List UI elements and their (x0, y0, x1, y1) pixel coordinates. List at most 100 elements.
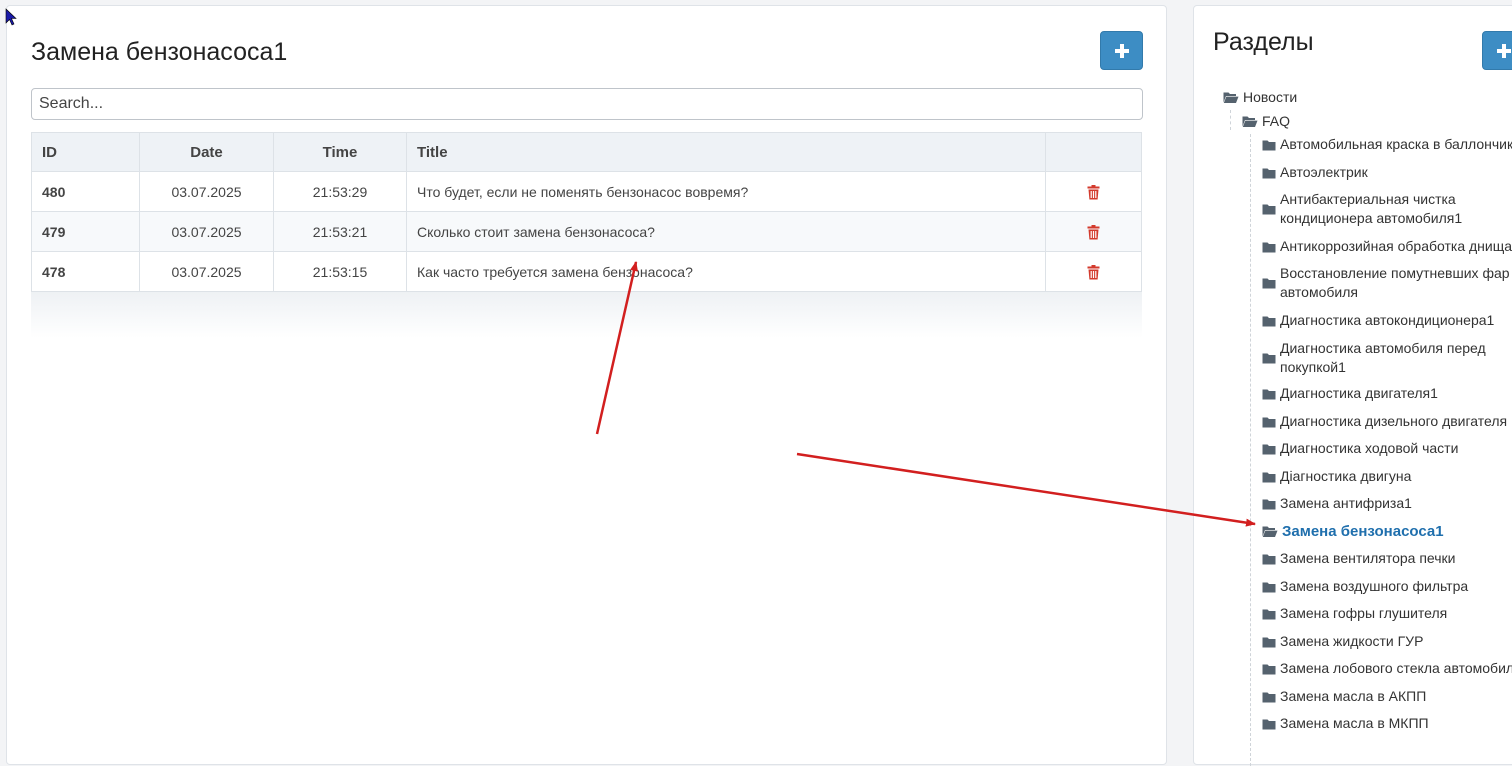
folder-icon (1262, 582, 1276, 592)
column-header-time[interactable]: Time (273, 132, 407, 172)
row-time: 21:53:21 (273, 211, 407, 252)
row-date: 03.07.2025 (139, 251, 274, 292)
folder-icon (1262, 278, 1276, 289)
folder-icon (1262, 140, 1276, 150)
row-actions (1045, 171, 1142, 212)
tree-item-label: Антибактериальная чистка кондиционера ав… (1280, 191, 1463, 226)
folder-icon (1262, 692, 1276, 702)
row-title[interactable]: Как часто требуется замена бензонасоса? (406, 251, 1046, 292)
tree-item-label: Замена вентилятора печки (1280, 550, 1456, 566)
tree-item-label: Замена масла в АКПП (1280, 688, 1427, 704)
page-title: Замена бензонасоса1 (31, 38, 288, 66)
tree-item-label: Восстановление помутневших фар автомобил… (1280, 265, 1510, 300)
tree-node-label: Новости (1243, 89, 1298, 105)
tree-item[interactable]: Антибактериальная чистка кондиционера ав… (1262, 190, 1512, 228)
table-row[interactable]: 479 03.07.2025 21:53:21 Сколько стоит за… (31, 211, 1142, 252)
tree-item[interactable]: Замена гофры глушителя (1262, 604, 1447, 623)
trash-icon[interactable] (1087, 264, 1100, 280)
tree-item[interactable]: Диагностика автокондиционера1 (1262, 311, 1494, 330)
tree-node-faq[interactable]: FAQ (1242, 112, 1290, 131)
tree-item[interactable]: Замена масла в АКПП (1262, 687, 1426, 706)
tree-item[interactable]: Диагностика автомобиля перед покупкой1 (1262, 339, 1512, 377)
tree-item-label: Диагностика ходовой части (1280, 440, 1459, 456)
row-id: 480 (31, 171, 140, 212)
folder-icon (1262, 719, 1276, 729)
table-footer-shadow (31, 292, 1142, 338)
tree-item-active[interactable]: Замена бензонасоса1 (1262, 522, 1444, 541)
column-header-title[interactable]: Title (406, 132, 1046, 172)
table-header-row: ID Date Time Title (31, 132, 1142, 172)
trash-icon[interactable] (1087, 184, 1100, 200)
tree-item[interactable]: Замена лобового стекла автомобиля (1262, 659, 1512, 678)
folder-icon (1262, 444, 1276, 454)
tree-item-label: Замена бензонасоса1 (1282, 523, 1444, 540)
tree-item-label: Діагностика двигуна (1280, 468, 1412, 484)
folder-icon (1262, 168, 1276, 178)
folder-icon (1262, 499, 1276, 509)
tree-item-label: Замена масла в МКПП (1280, 715, 1429, 731)
folder-open-icon (1242, 116, 1258, 127)
tree-item-label: Диагностика двигателя1 (1280, 385, 1438, 401)
sections-panel: Разделы Новости FAQ Автомобильная краска… (1193, 5, 1512, 766)
tree-item[interactable]: Диагностика ходовой части (1262, 439, 1458, 458)
tree-item-label: Автоэлектрик (1280, 164, 1368, 180)
row-actions (1045, 251, 1142, 292)
tree-node-label: FAQ (1262, 113, 1291, 129)
plus-icon (1114, 43, 1129, 58)
tree-item-label: Замена жидкости ГУР (1280, 633, 1424, 649)
folder-icon (1262, 389, 1276, 399)
row-date: 03.07.2025 (139, 211, 274, 252)
folder-icon (1262, 637, 1276, 647)
tree-item-label: Замена гофры глушителя (1280, 605, 1448, 621)
tree-item[interactable]: Діагностика двигуна (1262, 467, 1411, 486)
row-time: 21:53:29 (273, 171, 407, 212)
tree-item-label: Антикоррозийная обработка днища1 (1280, 238, 1512, 254)
folder-icon (1262, 204, 1276, 215)
sections-title: Разделы (1213, 28, 1314, 56)
tree-item[interactable]: Замена воздушного фильтра (1262, 577, 1468, 596)
row-date: 03.07.2025 (139, 171, 274, 212)
tree-item[interactable]: Антикоррозийная обработка днища1 (1262, 237, 1512, 256)
tree-item[interactable]: Замена вентилятора печки (1262, 549, 1456, 568)
folder-icon (1262, 554, 1276, 564)
row-id: 479 (31, 211, 140, 252)
folder-icon (1262, 417, 1276, 427)
mouse-cursor-icon (5, 8, 17, 26)
folder-icon (1262, 353, 1276, 364)
row-title[interactable]: Сколько стоит замена бензонасоса? (406, 211, 1046, 252)
plus-icon (1497, 43, 1511, 58)
tree-item[interactable]: Диагностика двигателя1 (1262, 384, 1438, 403)
tree-item[interactable]: Автомобильная краска в баллончиках (1262, 135, 1512, 154)
tree-node-news[interactable]: Новости (1223, 88, 1297, 107)
column-header-date[interactable]: Date (139, 132, 274, 172)
folder-open-icon (1223, 92, 1239, 103)
tree-item[interactable]: Восстановление помутневших фар автомобил… (1262, 264, 1512, 302)
tree-item-label: Диагностика автомобиля перед покупкой1 (1280, 340, 1486, 375)
add-section-button[interactable] (1482, 31, 1512, 70)
tree-item-label: Замена антифриза1 (1280, 495, 1412, 511)
folder-icon (1262, 609, 1276, 619)
folder-open-icon (1262, 526, 1278, 537)
tree-item[interactable]: Диагностика дизельного двигателя (1262, 412, 1507, 431)
tree-item-label: Диагностика автокондиционера1 (1280, 312, 1495, 328)
folder-icon (1262, 242, 1276, 252)
entries-table: ID Date Time Title 480 03.07.2025 21:53:… (31, 132, 1142, 292)
search-input[interactable] (31, 88, 1143, 120)
tree-item[interactable]: Замена масла в МКПП (1262, 714, 1429, 733)
trash-icon[interactable] (1087, 224, 1100, 240)
table-row[interactable]: 478 03.07.2025 21:53:15 Как часто требуе… (31, 251, 1142, 292)
tree-item[interactable]: Замена антифриза1 (1262, 494, 1412, 513)
add-entry-button[interactable] (1100, 31, 1143, 70)
folder-icon (1262, 472, 1276, 482)
row-time: 21:53:15 (273, 251, 407, 292)
tree-item[interactable]: Автоэлектрик (1262, 163, 1368, 182)
tree-item-label: Замена воздушного фильтра (1280, 578, 1469, 594)
row-title[interactable]: Что будет, если не поменять бензонасос в… (406, 171, 1046, 212)
tree-item-label: Замена лобового стекла автомобиля (1280, 660, 1512, 676)
tree-guide-line (1230, 110, 1231, 130)
column-header-id[interactable]: ID (31, 132, 140, 172)
table-row[interactable]: 480 03.07.2025 21:53:29 Что будет, если … (31, 171, 1142, 212)
row-actions (1045, 211, 1142, 252)
row-id: 478 (31, 251, 140, 292)
tree-item[interactable]: Замена жидкости ГУР (1262, 632, 1423, 651)
